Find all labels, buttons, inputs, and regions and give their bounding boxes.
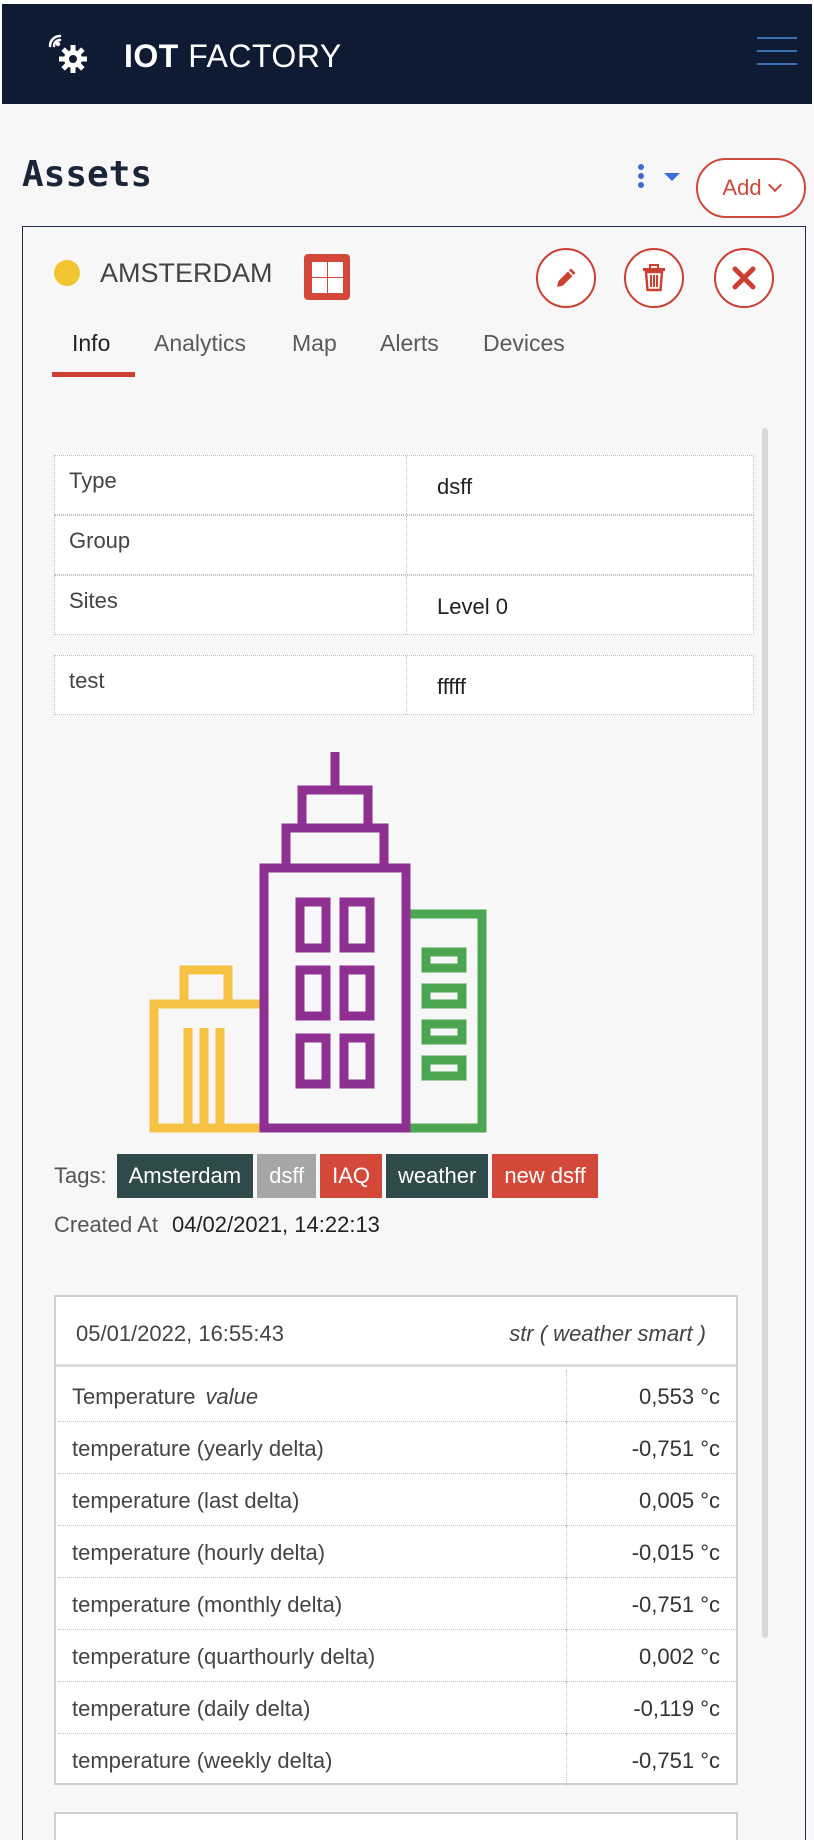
info-key: Sites — [55, 576, 407, 634]
close-icon — [732, 266, 756, 290]
tag-badge[interactable]: dsff — [257, 1154, 317, 1198]
info-value: fffff — [437, 674, 466, 699]
measurement-value: -0,015 °c — [631, 1540, 720, 1565]
info-row: Group — [54, 515, 754, 575]
tab-alerts[interactable]: Alerts — [380, 330, 439, 357]
measurement-value: -0,119 °c — [633, 1696, 720, 1721]
info-row: Type dsff — [54, 455, 754, 515]
info-key: Group — [55, 516, 407, 574]
measurement-name: Temperature value — [72, 1384, 259, 1409]
info-key: test — [55, 656, 407, 714]
building-illustration — [149, 752, 487, 1133]
page-title: Assets — [22, 154, 153, 195]
measurement-value: 0,005 °c — [639, 1488, 720, 1513]
info-value: Level 0 — [437, 594, 508, 619]
measurement-row: temperature (last delta) 0,005 °c — [58, 1474, 736, 1526]
measurement-row: temperature (hourly delta) -0,015 °c — [58, 1526, 736, 1578]
measurement-row: temperature (monthly delta) -0,751 °c — [58, 1578, 736, 1630]
measurement-name: temperature (yearly delta) — [72, 1436, 324, 1461]
info-row: test fffff — [54, 655, 754, 715]
tab-map[interactable]: Map — [292, 330, 337, 357]
tag-badge[interactable]: Amsterdam — [116, 1154, 254, 1198]
caret-down-icon — [664, 173, 680, 181]
add-button[interactable]: Add — [696, 158, 806, 218]
created-value: 04/02/2021, 14:22:13 — [171, 1212, 380, 1237]
asset-name: AMSTERDAM — [100, 258, 273, 288]
gear-signal-icon — [48, 34, 87, 73]
measurement-name: temperature (daily delta) — [72, 1696, 311, 1721]
tags-row: Tags: Amsterdam dsff IAQ weather new dsf… — [54, 1154, 598, 1198]
reading-header: 05/01/2022, 16:55:43 str ( weather smart… — [56, 1297, 736, 1367]
measurement-name: temperature (monthly delta) — [72, 1592, 343, 1617]
measurement-value: 0,002 °c — [639, 1644, 720, 1669]
info-value: dsff — [437, 474, 473, 499]
edit-button[interactable] — [536, 248, 596, 308]
measurement-name: temperature (weekly delta) — [72, 1748, 333, 1773]
created-label: Created At — [54, 1212, 158, 1237]
tab-info[interactable]: Info — [72, 330, 110, 357]
measurement-value: 0,553 °c — [639, 1384, 720, 1409]
app-title[interactable]: IOT FACTORY — [124, 38, 342, 75]
add-button-label: Add — [722, 175, 762, 200]
created-at: Created At 04/02/2021, 14:22:13 — [54, 1212, 380, 1238]
measurement-row: temperature (weekly delta) -0,751 °c — [58, 1734, 736, 1786]
pencil-icon — [557, 268, 576, 287]
active-tab-indicator — [52, 372, 135, 377]
status-indicator — [54, 260, 80, 286]
reading-card: 05/01/2022, 16:55:43 str ( weather smart… — [54, 1295, 738, 1786]
measurement-value: -0,751 °c — [631, 1748, 720, 1773]
top-navbar: IOT FACTORY — [2, 4, 812, 104]
reading-timestamp: 05/01/2022, 16:55:43 — [76, 1321, 284, 1346]
tag-badge[interactable]: IAQ — [320, 1154, 383, 1198]
tag-badge[interactable]: weather — [386, 1154, 489, 1198]
info-key: Type — [55, 456, 407, 514]
measurement-row: Temperature value 0,553 °c — [58, 1370, 736, 1422]
measurement-name: temperature (hourly delta) — [72, 1540, 326, 1565]
measurement-name: temperature (last delta) — [72, 1488, 300, 1513]
measurement-name: temperature (quarthourly delta) — [72, 1644, 376, 1669]
measurement-row: temperature (quarthourly delta) 0,002 °c — [58, 1630, 736, 1682]
reading-source: str ( weather smart ) — [509, 1321, 706, 1346]
chevron-down-icon — [767, 177, 782, 193]
tag-badge[interactable]: new dsff — [492, 1154, 598, 1198]
close-button[interactable] — [714, 248, 774, 308]
delete-button[interactable] — [624, 248, 684, 308]
measurement-value: -0,751 °c — [631, 1436, 720, 1461]
info-row: Sites Level 0 — [54, 575, 754, 635]
more-options-icon[interactable] — [630, 162, 680, 192]
info-value — [407, 516, 753, 574]
scrollbar[interactable] — [762, 428, 768, 1638]
measurement-row: temperature (daily delta) -0,119 °c — [58, 1682, 736, 1734]
measurement-value: -0,751 °c — [631, 1592, 720, 1617]
tab-devices[interactable]: Devices — [483, 330, 565, 357]
measurement-row: temperature (yearly delta) -0,751 °c — [58, 1422, 736, 1474]
hamburger-icon[interactable] — [757, 37, 797, 67]
tags-label: Tags: — [54, 1163, 107, 1188]
tab-analytics[interactable]: Analytics — [154, 330, 246, 357]
grid-icon — [304, 254, 350, 300]
trash-icon — [643, 264, 665, 292]
next-reading-card — [54, 1812, 738, 1840]
